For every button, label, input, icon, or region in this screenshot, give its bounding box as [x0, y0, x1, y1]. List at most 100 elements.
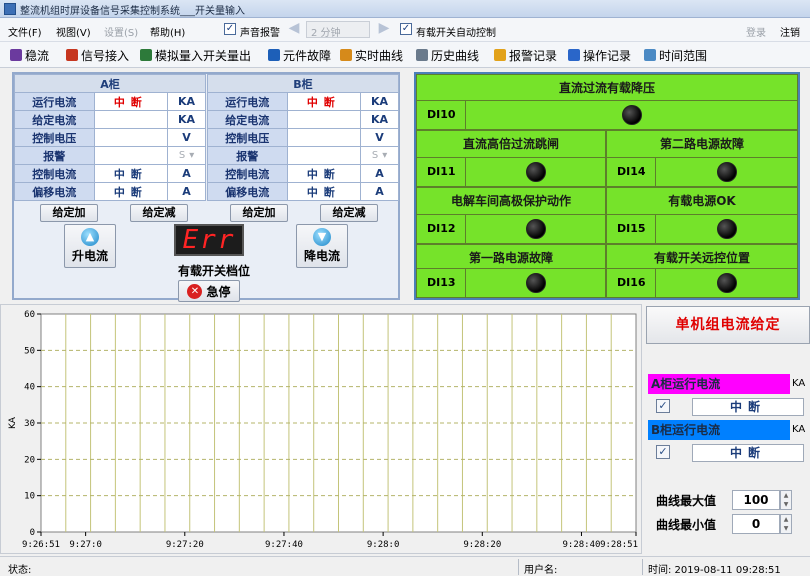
cabinet-row-value: 中断	[93, 182, 169, 201]
sound-alarm-label: 声音报警	[240, 28, 280, 39]
signal-lamp-icon	[717, 273, 737, 293]
signal-lamp-icon	[526, 273, 546, 293]
signal-divider	[417, 157, 605, 158]
setpoint-increase-button[interactable]: 给定加	[230, 204, 288, 222]
curve-min-input[interactable]: 0	[732, 514, 780, 534]
cabinet-row-value	[286, 128, 362, 147]
toolbar-item-label: 模拟量入开关量出	[155, 48, 252, 63]
emergency-stop-button[interactable]: ✕ 急停	[178, 280, 240, 302]
b-cabinet-unit: KA	[792, 424, 806, 435]
menu-file[interactable]: 文件(F)	[8, 24, 42, 39]
status-bar: 状态: 用户名: 时间: 2019-08-11 09:28:51	[0, 556, 810, 576]
auto-tap-label: 有载开关自动控制	[416, 28, 496, 39]
cabinet-row: 控制电流 中断 A	[207, 164, 399, 183]
x-tick-label: 9:28:20	[463, 540, 501, 550]
logout-button[interactable]: 注销	[780, 24, 800, 39]
cabinet-row-value: 中断	[93, 164, 169, 183]
set-current-button[interactable]: 单机组电流给定	[646, 306, 810, 344]
toolbar-item[interactable]: 历史曲线	[416, 47, 479, 63]
y-tick-label: 10	[24, 492, 35, 502]
signal-label: 有载开关远控位置	[653, 251, 750, 265]
lower-current-button[interactable]: ▼ 降电流	[296, 224, 348, 268]
signal-divider	[465, 101, 466, 129]
signal-id: DI13	[427, 276, 456, 289]
status-label: 状态:	[8, 565, 32, 576]
cabinet-table: B柜 运行电流 中断 KA 给定电流 KA 控制电压 V 报警 S ▾ 控制电流 中断 A 偏移电流 中断 A	[207, 74, 399, 201]
menu-help[interactable]: 帮助(H)	[150, 24, 185, 39]
toolbar-item-label: 稳流	[25, 48, 50, 63]
toolbar-item-label: 操作记录	[583, 48, 632, 63]
cabinet-row-label: 偏移电流	[207, 182, 288, 201]
signal-divider	[417, 100, 797, 101]
next-arrow-icon[interactable]: ▶	[374, 21, 394, 37]
cabinet-panel: A柜 运行电流 中断 KA 给定电流 KA 控制电压 V 报警 S ▾ 控制电流 中断 A 偏移电流 中断 A B…	[12, 72, 400, 302]
curve-max-input[interactable]: 100	[732, 490, 780, 510]
toolbar-item[interactable]: 元件故障	[268, 47, 331, 63]
y-tick-label: 50	[24, 346, 35, 356]
interval-spinner[interactable]: 2 分钟	[306, 21, 370, 39]
a-cabinet-checkbox[interactable]: ✓	[656, 399, 670, 413]
b-cabinet-current-label: B柜运行电流	[648, 420, 790, 440]
x-tick-label: 9:28:40	[562, 540, 600, 550]
signal-id: DI10	[427, 108, 456, 121]
cabinet-row-label: 给定电流	[207, 110, 288, 129]
toolbar-item[interactable]: 模拟量入开关量出	[140, 47, 251, 63]
prev-arrow-icon[interactable]: ◀	[284, 21, 304, 37]
alarm-select[interactable]: S ▾	[167, 146, 206, 165]
curve-max-spinner[interactable]: ▲ ▼	[780, 490, 792, 510]
signal-lamp-icon	[717, 162, 737, 182]
setpoint-decrease-button[interactable]: 给定减	[130, 204, 188, 222]
y-tick-label: 60	[24, 310, 35, 320]
user-label: 用户名:	[524, 565, 558, 576]
setpoint-increase-button[interactable]: 给定加	[40, 204, 98, 222]
alarm-record-icon	[494, 49, 506, 61]
cabinet-row-unit: KA	[167, 92, 206, 111]
signal-cell: 直流过流有载降压 DI10	[416, 74, 798, 130]
a-cabinet-state: 中断	[692, 398, 804, 416]
toolbar: 稳流 信号接入 模拟量入开关量出 元件故障 实时曲线 历史曲线 报警记录 操作记录 时间范围	[0, 42, 810, 68]
signal-label: 直流高倍过流跳闸	[462, 137, 559, 151]
signal-divider	[607, 268, 797, 269]
toolbar-item[interactable]: 时间范围	[644, 47, 707, 63]
sound-alarm-checkbox[interactable]: ✓	[224, 23, 236, 35]
cabinet-row-unit: KA	[167, 110, 206, 129]
cabinet-row-value: 中断	[286, 92, 362, 111]
y-tick-label: 20	[24, 455, 35, 465]
signal-divider	[607, 214, 797, 215]
toolbar-item[interactable]: 信号接入	[66, 47, 129, 63]
signal-cell: 有载开关远控位置 DI16	[606, 244, 798, 298]
toolbar-item[interactable]: 实时曲线	[340, 47, 403, 63]
raise-current-button[interactable]: ▲ 升电流	[64, 224, 116, 268]
alarm-select[interactable]: S ▾	[360, 146, 399, 165]
toolbar-item[interactable]: 报警记录	[494, 47, 557, 63]
status-time: 时间: 2019-08-11 09:28:51	[648, 565, 781, 576]
b-cabinet-checkbox[interactable]: ✓	[656, 445, 670, 459]
menu-settings[interactable]: 设置(S)	[104, 24, 138, 39]
curve-min-spinner[interactable]: ▲ ▼	[780, 514, 792, 534]
cabinet-row-label: 控制电流	[207, 164, 288, 183]
cabinet-row-value	[286, 146, 362, 165]
toolbar-item-label: 历史曲线	[431, 48, 480, 63]
cabinet-row-label: 控制电压	[14, 128, 95, 147]
signal-label: 电解车间高极保护动作	[450, 194, 571, 208]
analog-io-icon	[140, 49, 152, 61]
cabinet-row-value: 中断	[286, 164, 362, 183]
cabinet-row-label: 控制电流	[14, 164, 95, 183]
menu-view[interactable]: 视图(V)	[56, 24, 91, 39]
toolbar-item-label: 元件故障	[283, 48, 332, 63]
status-divider	[518, 559, 519, 575]
toolbar-item[interactable]: 操作记录	[568, 47, 631, 63]
login-button[interactable]: 登录	[746, 24, 766, 39]
cabinet-row: 偏移电流 中断 A	[207, 182, 399, 201]
cabinet-row-value	[93, 110, 169, 129]
setpoint-decrease-button[interactable]: 给定减	[320, 204, 378, 222]
toolbar-item[interactable]: 稳流	[10, 47, 49, 63]
stabilize-icon	[10, 49, 22, 61]
signal-lamp-icon	[526, 162, 546, 182]
signal-divider	[465, 269, 466, 297]
auto-tap-checkbox[interactable]: ✓	[400, 23, 412, 35]
signal-divider	[655, 269, 656, 297]
component-fault-icon	[268, 49, 280, 61]
b-cabinet-state: 中断	[692, 444, 804, 462]
tap-position-label: 有载开关档位	[177, 264, 250, 278]
